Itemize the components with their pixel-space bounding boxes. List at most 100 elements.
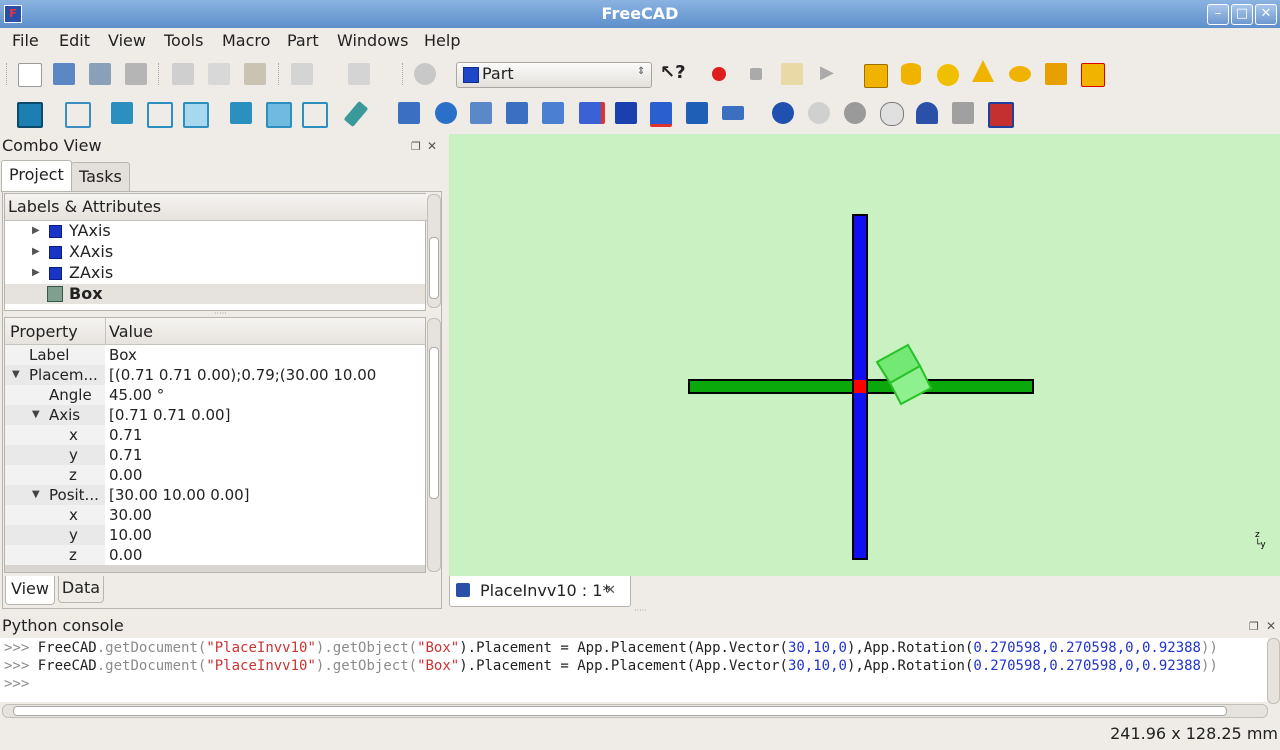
whats-this-icon[interactable]: ↖? — [660, 62, 686, 83]
chamfer-icon[interactable] — [542, 102, 564, 124]
paste-icon[interactable] — [244, 63, 266, 85]
collapse-arrow-icon[interactable]: ▼ — [32, 405, 40, 425]
shape-from-mesh-icon[interactable] — [952, 102, 974, 124]
stop-macro-icon[interactable] — [750, 68, 762, 80]
sweep-icon[interactable] — [650, 102, 672, 127]
expand-arrow-icon[interactable]: ▶ — [32, 221, 40, 241]
prop-value[interactable]: [0.71 0.71 0.00] — [109, 405, 230, 425]
right-view-icon[interactable] — [183, 102, 209, 128]
tree-item-yaxis[interactable]: ▶ YAxis — [5, 221, 425, 241]
top-view-icon[interactable] — [147, 102, 173, 128]
part-box-icon[interactable] — [864, 64, 888, 88]
console-input-line[interactable]: >>> — [4, 676, 29, 692]
property-scrollbar[interactable] — [427, 318, 441, 572]
prop-row-angle[interactable]: Angle 45.00 ° — [5, 385, 425, 405]
new-icon[interactable] — [18, 63, 42, 87]
boolean-icon[interactable] — [772, 102, 794, 124]
close-panel-icon[interactable]: ✕ — [427, 139, 437, 153]
run-macro-icon[interactable]: ▶ — [820, 62, 834, 83]
redo-icon[interactable] — [348, 63, 370, 85]
prop-value[interactable]: 0.00 — [109, 545, 142, 565]
part-cone-icon[interactable] — [972, 60, 994, 82]
fillet-icon[interactable] — [506, 102, 528, 124]
box-shape[interactable] — [875, 343, 933, 406]
prop-value[interactable]: 0.71 — [109, 425, 142, 445]
rear-view-icon[interactable] — [230, 102, 252, 124]
section-icon[interactable] — [686, 102, 708, 124]
prop-row-label[interactable]: Label Box — [5, 345, 425, 365]
minimize-button[interactable]: – — [1207, 4, 1229, 25]
tree-item-zaxis[interactable]: ▶ ZAxis — [5, 263, 425, 283]
prop-value[interactable]: 0.00 — [109, 465, 142, 485]
scrollbar-thumb[interactable] — [429, 347, 439, 499]
part-cylinder-icon[interactable] — [901, 63, 921, 85]
tab-tasks[interactable]: Tasks — [71, 162, 130, 193]
prop-value[interactable]: 0.71 — [109, 445, 142, 465]
part-primitives-icon[interactable] — [1045, 63, 1067, 85]
prop-row-position-z[interactable]: z 0.00 — [5, 545, 425, 565]
part-torus-icon[interactable] — [1009, 66, 1031, 82]
measure-icon[interactable] — [343, 100, 369, 128]
expand-arrow-icon[interactable]: ▶ — [32, 242, 40, 262]
tree-scrollbar[interactable] — [427, 194, 441, 308]
prop-row-position-y[interactable]: y 10.00 — [5, 525, 425, 545]
mirror-icon[interactable] — [470, 102, 492, 124]
fit-all-icon[interactable] — [17, 102, 43, 128]
ruled-surface-icon[interactable] — [579, 102, 605, 124]
menu-file[interactable]: File — [12, 31, 39, 50]
prop-value[interactable]: Box — [109, 345, 137, 365]
splitter-handle[interactable]: ····· — [634, 606, 647, 615]
loft-icon[interactable] — [615, 102, 637, 124]
undock-icon[interactable]: ❐ — [411, 140, 421, 153]
console-horizontal-scrollbar[interactable] — [2, 704, 1268, 718]
close-panel-icon[interactable]: ✕ — [1266, 619, 1276, 633]
prop-row-axis-y[interactable]: y 0.71 — [5, 445, 425, 465]
offset-icon[interactable] — [722, 106, 744, 120]
collapse-arrow-icon[interactable]: ▼ — [12, 365, 20, 385]
prop-value[interactable]: 30.00 — [109, 505, 152, 525]
explode-icon[interactable] — [988, 102, 1014, 128]
menu-edit[interactable]: Edit — [59, 31, 90, 50]
prop-row-axis[interactable]: ▼ Axis [0.71 0.71 0.00] — [5, 405, 425, 425]
prop-row-position-x[interactable]: x 30.00 — [5, 505, 425, 525]
3d-view[interactable]: z └y — [449, 134, 1280, 576]
close-window-button[interactable]: ✕ — [1255, 4, 1277, 25]
tree-item-box[interactable]: Box — [5, 284, 425, 304]
prop-row-placement[interactable]: ▼ Placem... [(0.71 0.71 0.00);0.79;(30.0… — [5, 365, 425, 404]
tab-view[interactable]: View — [5, 576, 55, 605]
prop-row-position[interactable]: ▼ Posit... [30.00 10.00 0.00] — [5, 485, 425, 505]
menu-macro[interactable]: Macro — [222, 31, 270, 50]
maximize-button[interactable]: □ — [1231, 4, 1253, 25]
expand-arrow-icon[interactable]: ▶ — [32, 263, 40, 283]
scrollbar-thumb[interactable] — [13, 706, 1227, 716]
front-view-icon[interactable] — [111, 102, 133, 124]
prop-value[interactable]: 45.00 ° — [109, 385, 164, 405]
menu-tools[interactable]: Tools — [164, 31, 203, 50]
common-icon[interactable] — [880, 102, 904, 126]
axonometric-icon[interactable] — [65, 102, 91, 128]
menu-view[interactable]: View — [108, 31, 146, 50]
extrude-icon[interactable] — [398, 102, 420, 124]
cut-icon[interactable] — [172, 63, 194, 85]
part-shapebuilder-icon[interactable] — [1081, 63, 1105, 87]
bottom-view-icon[interactable] — [266, 102, 292, 128]
part-sphere-icon[interactable] — [937, 64, 959, 86]
revolve-icon[interactable] — [435, 102, 457, 124]
fuse-icon[interactable] — [844, 102, 866, 124]
prop-row-axis-x[interactable]: x 0.71 — [5, 425, 425, 445]
scrollbar-thumb[interactable] — [429, 237, 439, 299]
menu-help[interactable]: Help — [424, 31, 460, 50]
record-macro-icon[interactable] — [712, 67, 726, 81]
save-icon[interactable] — [89, 63, 111, 85]
tab-project[interactable]: Project — [1, 160, 72, 192]
workbench-selector[interactable]: Part ⇕ — [456, 62, 652, 88]
prop-value[interactable]: 10.00 — [109, 525, 152, 545]
menu-windows[interactable]: Windows — [337, 31, 408, 50]
cut-bool-icon[interactable] — [808, 102, 830, 124]
left-view-icon[interactable] — [302, 102, 328, 128]
console-vertical-scrollbar[interactable] — [1267, 638, 1280, 704]
python-console[interactable]: >>> FreeCAD.getDocument("PlaceInvv10").g… — [0, 638, 1268, 702]
print-icon[interactable] — [125, 63, 147, 85]
copy-icon[interactable] — [208, 63, 230, 85]
undock-icon[interactable]: ❐ — [1249, 620, 1259, 633]
